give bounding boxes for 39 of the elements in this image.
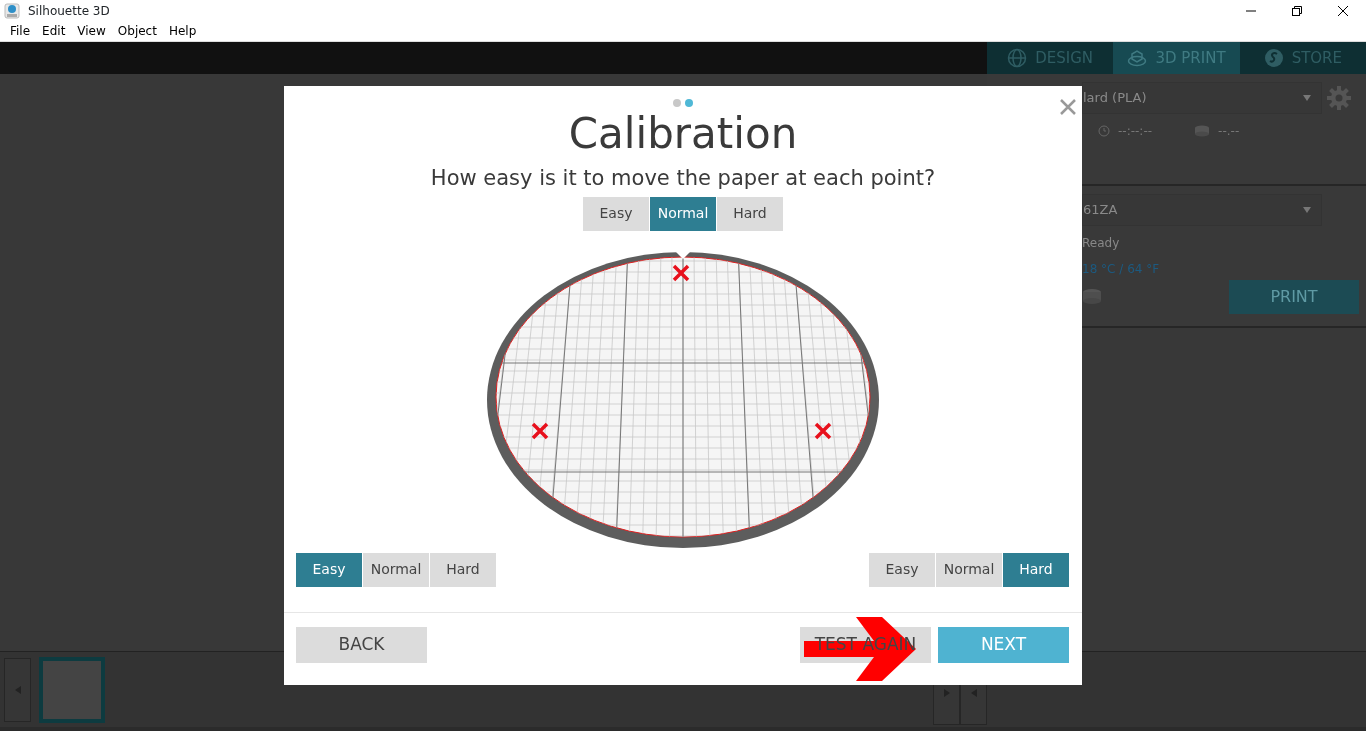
menu-item[interactable]: Edit: [36, 22, 72, 41]
print-time: --:--:--: [1118, 123, 1153, 140]
app-logo-icon: [4, 3, 20, 19]
menu-item[interactable]: Object: [111, 22, 163, 41]
dropdown-arrow-icon: [1303, 207, 1311, 213]
layers-icon: [1127, 49, 1148, 67]
settings-icon[interactable]: [1326, 85, 1352, 111]
difficulty-option[interactable]: Easy: [583, 196, 649, 231]
page-thumbnail[interactable]: [39, 656, 105, 723]
close-icon: [1338, 6, 1348, 16]
temperature-reading: 18 °C / 64 °F: [1082, 261, 1161, 278]
difficulty-option[interactable]: Easy: [296, 552, 362, 587]
dropdown-arrow-icon: [1303, 95, 1311, 101]
printer-status: Ready: [1082, 235, 1121, 252]
difficulty-option[interactable]: Normal: [936, 552, 1002, 587]
material-dropdown[interactable]: lard (PLA): [1082, 82, 1322, 114]
back-button[interactable]: BACK: [296, 626, 427, 663]
restore-icon: [1292, 6, 1302, 16]
x-mark-icon: [672, 263, 690, 282]
filament-spool-icon: [1082, 288, 1102, 306]
menu-item[interactable]: File: [4, 22, 37, 41]
difficulty-option[interactable]: Normal: [363, 552, 429, 587]
globe-icon: [1007, 48, 1028, 68]
clock-icon: [1098, 125, 1110, 137]
difficulty-option[interactable]: Hard: [717, 196, 783, 231]
dialog-title: Calibration: [568, 109, 798, 158]
difficulty-option[interactable]: Hard: [430, 552, 496, 587]
menu-item[interactable]: View: [71, 22, 112, 41]
calibration-question: How easy is it to move the paper at each point?: [430, 166, 936, 191]
menu-item[interactable]: Help: [162, 22, 203, 41]
filament-amount: --.--: [1218, 123, 1240, 140]
filament-spool-icon: [1194, 125, 1211, 137]
x-mark-icon: [814, 421, 832, 440]
difficulty-option[interactable]: Hard: [1003, 552, 1069, 587]
window-title: Silhouette 3D: [28, 3, 110, 20]
difficulty-option[interactable]: Easy: [869, 552, 935, 587]
store-logo-icon: [1263, 48, 1284, 68]
x-mark-icon: [531, 421, 549, 440]
difficulty-option[interactable]: Normal: [650, 196, 716, 231]
